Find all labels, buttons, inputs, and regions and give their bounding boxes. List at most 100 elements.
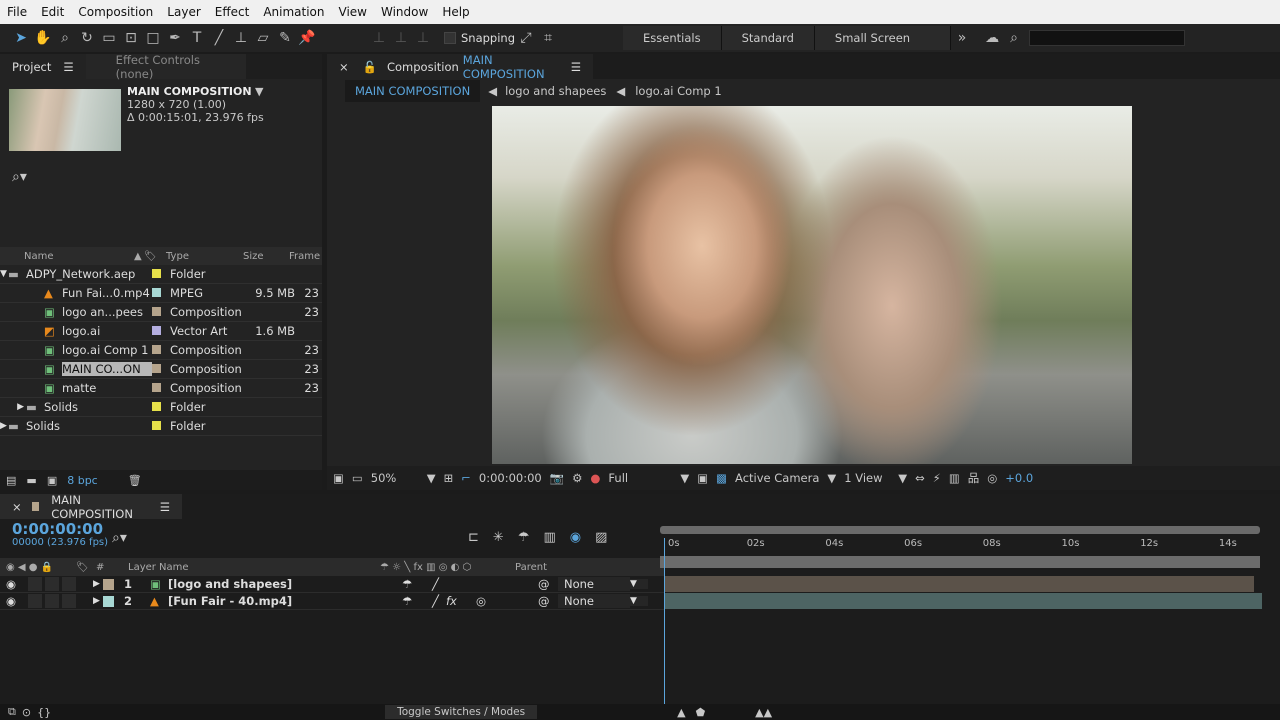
- col-layer-name[interactable]: Layer Name: [128, 562, 380, 573]
- menu-animation[interactable]: Animation: [256, 5, 331, 19]
- comp-dropdown-icon[interactable]: ▼: [255, 85, 263, 98]
- label-swatch[interactable]: [152, 383, 161, 392]
- col-frame[interactable]: Frame: [289, 251, 320, 262]
- dropdown-icon[interactable]: ▼: [630, 596, 648, 606]
- composition-mini-flowchart-icon[interactable]: ⊏: [468, 530, 479, 545]
- quality-switch-icon[interactable]: ╱: [432, 577, 446, 591]
- playhead[interactable]: [664, 538, 665, 720]
- rotate-tool-icon[interactable]: ↻: [76, 27, 98, 49]
- channel-icon[interactable]: ●: [590, 471, 600, 485]
- zoom-tool-icon[interactable]: ⌕: [54, 27, 76, 49]
- parent-select[interactable]: None: [558, 594, 630, 608]
- sync-settings-icon[interactable]: ☁: [981, 27, 1003, 49]
- navigator-bar[interactable]: [660, 556, 1260, 568]
- pan-behind-tool-icon[interactable]: ⊡: [120, 27, 142, 49]
- project-item[interactable]: ▣ MAIN CO...ON Composition 23: [0, 360, 322, 379]
- project-item[interactable]: ▣ matte Composition 23: [0, 379, 322, 398]
- menu-window[interactable]: Window: [374, 5, 435, 19]
- label-swatch[interactable]: [103, 578, 114, 590]
- shy-layers-icon[interactable]: ☂: [518, 530, 530, 545]
- menu-edit[interactable]: Edit: [34, 5, 71, 19]
- layer-row[interactable]: ◉ ▶ 2 ▲ [Fun Fair - 40.mp4] ☂ ╱ fx ◎ @ N…: [0, 593, 664, 610]
- expand-arrow-icon[interactable]: ▶: [93, 579, 103, 589]
- puppet-pin-tool-icon[interactable]: 📌: [296, 27, 318, 49]
- work-area-bar[interactable]: [660, 526, 1260, 534]
- label-swatch[interactable]: [152, 364, 161, 373]
- frame-blending-icon[interactable]: ▥: [543, 530, 555, 545]
- project-search-icon[interactable]: ⌕▾: [12, 169, 27, 185]
- comp-flowchart-icon[interactable]: ⧉: [8, 705, 16, 719]
- brush-tool-icon[interactable]: ╱: [208, 27, 230, 49]
- toggle-switches-modes-button[interactable]: Toggle Switches / Modes: [385, 705, 538, 719]
- visibility-eye-icon[interactable]: ◉: [6, 594, 28, 608]
- show-snapshot-icon[interactable]: ⚙: [572, 471, 582, 485]
- viewer[interactable]: [327, 104, 1280, 466]
- layer-name[interactable]: [Fun Fair - 40.mp4]: [168, 594, 402, 608]
- monitor-icon[interactable]: ▭: [352, 471, 363, 485]
- current-time[interactable]: 0:00:00:00: [479, 471, 542, 485]
- camera-select[interactable]: Active Camera: [735, 471, 819, 485]
- expand-arrow-icon[interactable]: ▶: [93, 596, 103, 606]
- col-size[interactable]: Size: [243, 251, 289, 262]
- zoom-in-icon[interactable]: ▲▲: [755, 706, 772, 719]
- quality-switch-icon[interactable]: ╱: [432, 594, 446, 608]
- audio-toggle[interactable]: [28, 594, 42, 608]
- zoom-slider[interactable]: ⬟: [696, 706, 706, 719]
- pickwhip-icon[interactable]: @: [538, 577, 558, 591]
- layer-bar-1[interactable]: [664, 576, 1254, 592]
- roi-icon[interactable]: ▣: [697, 471, 708, 485]
- panel-menu-icon[interactable]: ☰: [571, 60, 581, 74]
- lock-icon[interactable]: 🔓: [363, 60, 377, 74]
- audio-toggle[interactable]: [28, 577, 42, 591]
- col-name[interactable]: Name: [24, 251, 134, 262]
- transparency-grid-icon[interactable]: ▩: [716, 471, 727, 485]
- dropdown-icon[interactable]: ▼: [680, 471, 689, 485]
- project-item[interactable]: ◩ logo.ai Vector Art 1.6 MB: [0, 322, 322, 341]
- draft-3d-icon[interactable]: ✳: [493, 530, 504, 545]
- bit-depth-button[interactable]: 8 bpc: [67, 474, 98, 487]
- lock-toggle[interactable]: [62, 577, 76, 591]
- solo-toggle[interactable]: [45, 594, 59, 608]
- project-item[interactable]: ▶ ▬ Solids Folder: [0, 417, 322, 436]
- snap-target-icon[interactable]: ⌗: [537, 27, 559, 49]
- eraser-tool-icon[interactable]: ▱: [252, 27, 274, 49]
- project-item[interactable]: ▶ ▬ Solids Folder: [0, 398, 322, 417]
- label-swatch[interactable]: [152, 307, 161, 316]
- tab-project[interactable]: Project ☰: [0, 54, 86, 79]
- pen-tool-icon[interactable]: ✒: [164, 27, 186, 49]
- clone-stamp-tool-icon[interactable]: ⊥: [230, 27, 252, 49]
- timeline-current-time[interactable]: 0:00:00:00: [12, 522, 108, 537]
- menu-layer[interactable]: Layer: [160, 5, 207, 19]
- motion-blur-switch[interactable]: ◎: [476, 594, 538, 608]
- parent-select[interactable]: None: [558, 577, 630, 591]
- search-help-input[interactable]: [1029, 30, 1186, 46]
- workspace-small-screen[interactable]: Small Screen: [815, 26, 952, 50]
- tab-effect-controls[interactable]: Effect Controls (none): [85, 53, 246, 81]
- selection-tool-icon[interactable]: ➤: [10, 27, 32, 49]
- zoom-out-icon[interactable]: ▲: [677, 706, 685, 719]
- label-swatch[interactable]: [152, 402, 161, 411]
- safe-zones-icon[interactable]: ⊞: [444, 471, 454, 485]
- label-swatch[interactable]: [152, 345, 161, 354]
- snap-options-icon[interactable]: ⤢: [515, 27, 537, 49]
- fx-switch-icon[interactable]: fx: [446, 594, 476, 608]
- menu-help[interactable]: Help: [435, 5, 476, 19]
- dropdown-icon[interactable]: ▼: [427, 471, 436, 485]
- label-swatch[interactable]: [152, 269, 161, 278]
- breadcrumb-logo-and-shapees[interactable]: logo and shapees: [505, 84, 606, 98]
- visibility-eye-icon[interactable]: ◉: [6, 577, 28, 591]
- type-tool-icon[interactable]: T: [186, 27, 208, 49]
- breadcrumb-logo-comp[interactable]: logo.ai Comp 1: [635, 84, 721, 98]
- hand-tool-icon[interactable]: ✋: [32, 27, 54, 49]
- label-col-icon[interactable]: 🏷: [144, 251, 166, 262]
- close-icon[interactable]: ×: [339, 60, 349, 74]
- interpret-footage-icon[interactable]: ▤: [6, 474, 16, 487]
- col-parent[interactable]: Parent: [515, 562, 547, 573]
- expression-icon[interactable]: {}: [37, 706, 51, 719]
- shy-switch-icon[interactable]: ☂: [402, 594, 432, 608]
- menu-file[interactable]: File: [0, 5, 34, 19]
- view-layout-select[interactable]: 1 View: [844, 471, 890, 485]
- layer-row[interactable]: ◉ ▶ 1 ▣ [logo and shapees] ☂ ╱ @ None ▼: [0, 576, 664, 593]
- label-swatch[interactable]: [103, 595, 114, 607]
- expand-toggle[interactable]: ▶: [0, 402, 26, 412]
